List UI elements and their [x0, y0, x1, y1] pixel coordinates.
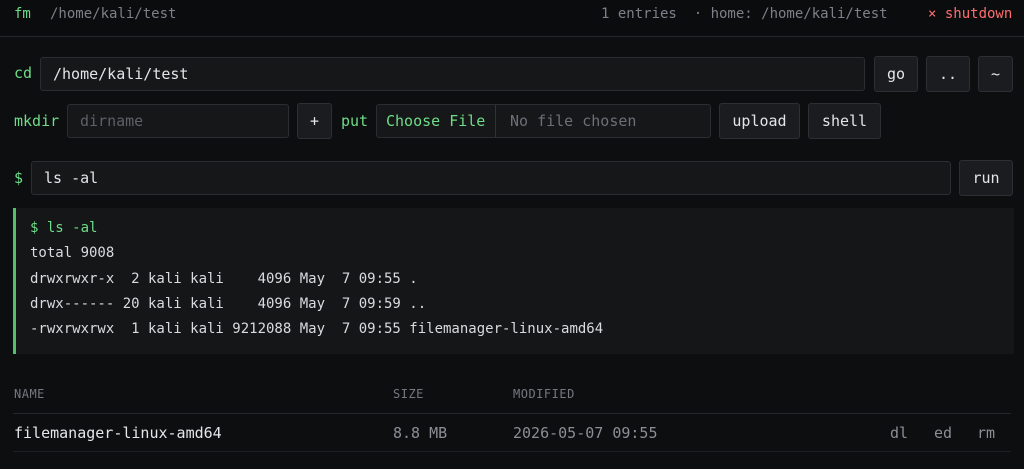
run-button[interactable]: run: [959, 160, 1013, 196]
file-modified: 2026-05-07 09:55: [513, 424, 658, 442]
home-path: · home: /home/kali/test: [693, 6, 888, 22]
cd-label: cd: [14, 64, 33, 82]
dirname-input[interactable]: [67, 104, 289, 138]
cd-path-input[interactable]: [40, 57, 865, 91]
shutdown-button[interactable]: × shutdown: [928, 6, 1012, 22]
table-row-divider: [13, 451, 1011, 452]
go-button[interactable]: go: [874, 56, 918, 92]
file-name-link[interactable]: filemanager-linux-amd64: [14, 424, 222, 442]
choose-file-button[interactable]: Choose File: [377, 105, 497, 137]
edit-action[interactable]: ed: [934, 424, 952, 442]
file-size: 8.8 MB: [393, 424, 448, 442]
top-bar: fm /home/kali/test 1 entries · home: /ho…: [0, 0, 1024, 37]
download-action[interactable]: dl: [890, 424, 908, 442]
current-path: /home/kali/test: [50, 6, 177, 22]
file-status: No file chosen: [510, 112, 637, 130]
shell-prompt: $: [14, 169, 24, 187]
output-line: total 9008: [30, 245, 115, 261]
column-header-modified[interactable]: MODIFIED: [513, 387, 575, 401]
output-line: drwxrwxr-x 2 kali kali 4096 May 7 09:55 …: [30, 271, 418, 287]
parent-dir-button[interactable]: ..: [926, 56, 970, 92]
shell-button[interactable]: shell: [808, 103, 881, 139]
table-header-divider: [13, 413, 1011, 414]
column-header-size[interactable]: SIZE: [393, 387, 424, 401]
command-output: $ ls -al total 9008 drwxrwxr-x 2 kali ka…: [13, 208, 1014, 354]
file-input[interactable]: Choose File No file chosen: [376, 104, 711, 138]
output-line: -rwxrwxrwx 1 kali kali 9212088 May 7 09:…: [30, 321, 604, 337]
home-dir-button[interactable]: ~: [978, 56, 1013, 92]
mkdir-button[interactable]: +: [297, 103, 332, 139]
status-meta: 1 entries · home: /home/kali/test: [601, 6, 888, 22]
command-input[interactable]: [31, 161, 951, 195]
app-brand: fm: [14, 6, 31, 22]
mkdir-label: mkdir: [14, 112, 60, 130]
remove-action[interactable]: rm: [977, 424, 995, 442]
output-command-line: $ ls -al: [30, 220, 98, 236]
column-header-name[interactable]: NAME: [14, 387, 45, 401]
output-line: drwx------ 20 kali kali 4096 May 7 09:59…: [30, 296, 427, 312]
put-label: put: [341, 112, 369, 130]
entry-count: 1 entries: [601, 6, 677, 22]
upload-button[interactable]: upload: [719, 103, 800, 139]
